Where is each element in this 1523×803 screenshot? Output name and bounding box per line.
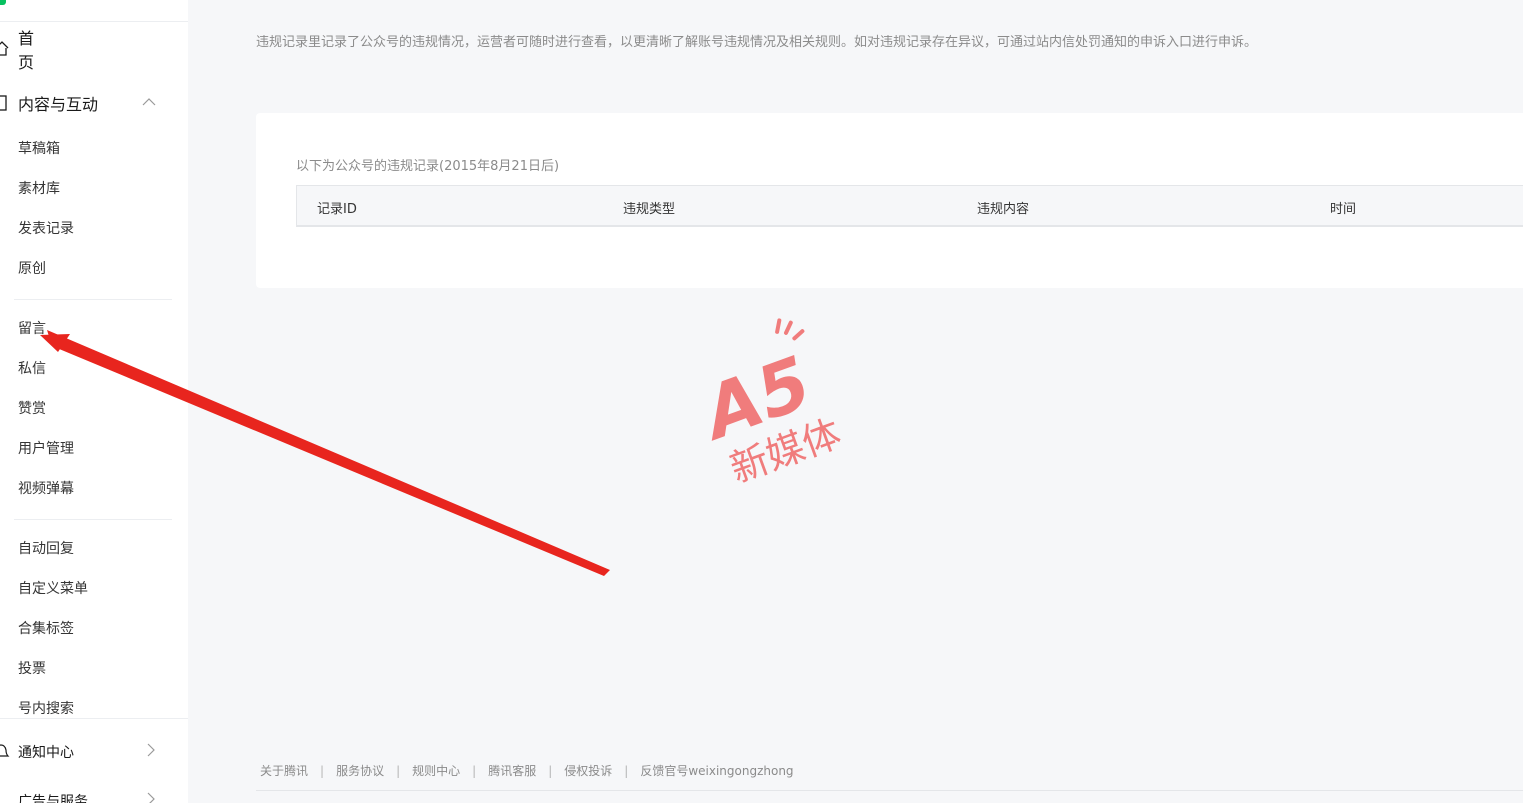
document-icon <box>0 94 18 112</box>
chevron-right-icon <box>146 743 156 761</box>
chevron-up-icon[interactable] <box>142 95 156 111</box>
footer-link-feedback[interactable]: 反馈官号weixingongzhong <box>640 762 793 779</box>
sidebar-item-video-danmaku[interactable]: 视频弹幕 <box>18 479 74 499</box>
sidebar-group-label: 内容与互动 <box>18 95 99 114</box>
logo-icon <box>0 0 6 5</box>
separator: | <box>624 763 629 778</box>
bell-icon <box>0 743 18 761</box>
sidebar: 首页 内容与互动 草稿箱 素材库 发表记录 原创 留言 私信 赞赏 用户管理 视… <box>0 0 188 803</box>
footer-link-rules[interactable]: 规则中心 <box>412 762 460 779</box>
sidebar-group-content[interactable]: 内容与互动 <box>0 88 170 118</box>
sidebar-item-publish-records[interactable]: 发表记录 <box>18 219 74 239</box>
a5-watermark-logo: A5 新媒体 <box>689 315 860 491</box>
chevron-right-icon <box>146 792 156 803</box>
sidebar-item-collection-tags[interactable]: 合集标签 <box>18 619 74 639</box>
column-header-type: 违规类型 <box>623 202 676 217</box>
divider <box>256 790 1523 791</box>
sidebar-item-label: 首页 <box>18 29 35 72</box>
sidebar-item-ads[interactable]: 广告与服务 <box>0 786 170 803</box>
separator: | <box>320 763 325 778</box>
divider <box>0 718 188 719</box>
sidebar-item-search[interactable]: 号内搜索 <box>18 699 74 719</box>
table-caption: 以下为公众号的违规记录(2015年8月21日后) <box>296 159 560 174</box>
sidebar-item-label: 广告与服务 <box>18 794 88 803</box>
footer-link-infringement[interactable]: 侵权投诉 <box>564 762 612 779</box>
divider <box>14 519 172 520</box>
footer-link-support[interactable]: 腾讯客服 <box>488 762 536 779</box>
sidebar-item-home[interactable]: 首页 <box>0 29 34 72</box>
sidebar-item-comments[interactable]: 留言 <box>18 319 46 339</box>
sidebar-item-users[interactable]: 用户管理 <box>18 439 74 459</box>
sidebar-item-notifications[interactable]: 通知中心 <box>0 737 170 767</box>
home-icon <box>0 40 18 58</box>
sidebar-item-drafts[interactable]: 草稿箱 <box>18 139 60 159</box>
sidebar-item-materials[interactable]: 素材库 <box>18 179 60 199</box>
page-description: 违规记录里记录了公众号的违规情况，运营者可随时进行查看，以更清晰了解账号违规情况… <box>256 35 1258 50</box>
column-header-time: 时间 <box>1330 202 1357 217</box>
sidebar-item-auto-reply[interactable]: 自动回复 <box>18 539 74 559</box>
sidebar-item-custom-menu[interactable]: 自定义菜单 <box>18 579 88 599</box>
sidebar-item-messages[interactable]: 私信 <box>18 359 46 379</box>
footer-link-about[interactable]: 关于腾讯 <box>260 762 308 779</box>
footer-link-agreement[interactable]: 服务协议 <box>336 762 384 779</box>
sidebar-item-vote[interactable]: 投票 <box>18 659 46 679</box>
divider <box>14 299 172 300</box>
separator: | <box>548 763 553 778</box>
violation-records-card: 以下为公众号的违规记录(2015年8月21日后) 记录ID 违规类型 违规内容 … <box>256 113 1523 288</box>
separator: | <box>472 763 477 778</box>
column-header-content: 违规内容 <box>977 202 1030 217</box>
sidebar-item-original[interactable]: 原创 <box>18 259 46 279</box>
sidebar-item-rewards[interactable]: 赞赏 <box>18 399 46 419</box>
separator: | <box>396 763 401 778</box>
divider <box>0 21 188 22</box>
footer-links: 关于腾讯 | 服务协议 | 规则中心 | 腾讯客服 | 侵权投诉 | 反馈官号w… <box>260 762 794 779</box>
table-header: 记录ID 违规类型 违规内容 时间 <box>296 185 1523 227</box>
column-header-id: 记录ID <box>317 202 357 217</box>
sidebar-item-label: 通知中心 <box>18 745 74 761</box>
